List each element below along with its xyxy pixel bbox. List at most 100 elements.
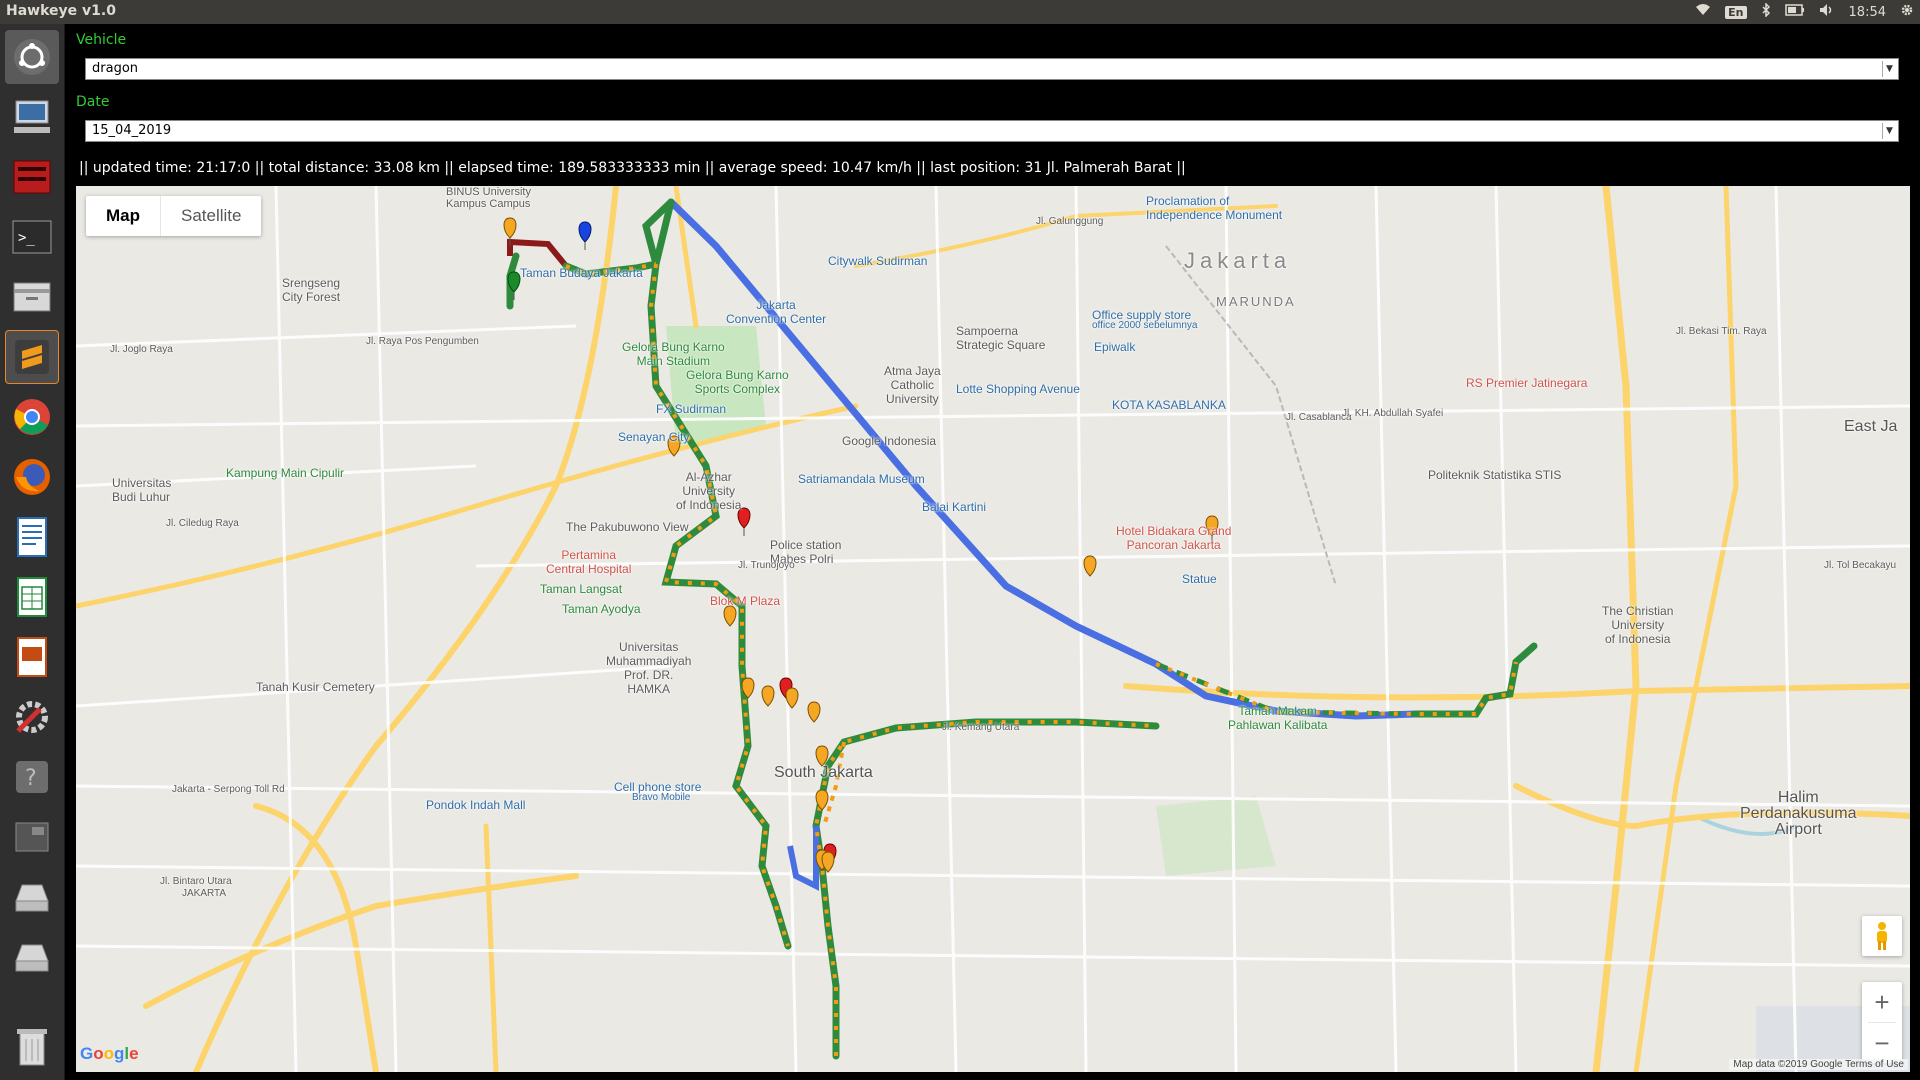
system-tray: En 18:54	[1695, 0, 1914, 24]
map-label-sampoerna: Sampoerna Strategic Square	[956, 324, 1046, 352]
date-select-value: 15_04_2019	[92, 123, 172, 138]
map-label-hotel-bidakara: Hotel Bidakara Grand Pancoran Jakarta	[1116, 524, 1232, 552]
map-label-al-azhar: Al-Azhar University of Indonesia	[676, 470, 742, 512]
status-line: || updated time: 21:17:0 || total distan…	[79, 160, 1186, 176]
firefox-icon[interactable]	[5, 450, 59, 504]
map-label-srengseng: Srengseng City Forest	[282, 276, 341, 304]
map-label-east-ja: East Ja	[1844, 418, 1898, 435]
svg-text:?: ?	[25, 766, 37, 791]
map-type-satellite-button[interactable]: Satellite	[160, 196, 261, 236]
drive-icon-2[interactable]	[5, 930, 59, 984]
map-label-kota-kasablanka: KOTA KASABLANKA	[1112, 398, 1226, 412]
map-label-jl-ciledug: Jl. Ciledug Raya	[166, 518, 239, 529]
map-label-senayan: Senayan City	[618, 430, 690, 444]
date-label: Date	[76, 94, 110, 110]
trash-icon[interactable]	[5, 1020, 59, 1074]
map-label-fx: FX Sudirman	[656, 402, 727, 416]
map-label-pakubuwono: The Pakubuwono View	[566, 520, 689, 534]
map-label-jl-bintaro: Jl. Bintaro Utara	[160, 876, 232, 887]
terminal-icon[interactable]: >_	[5, 210, 59, 264]
map-label-jakarta: Jakarta	[1184, 248, 1292, 273]
map-label-office-2000: office 2000 sebelumnya	[1092, 320, 1198, 331]
map-label-statue: Statue	[1182, 572, 1217, 586]
chevron-down-icon[interactable]: ▼	[1882, 123, 1896, 139]
map-credits[interactable]: Map data ©2019 Google Terms of Use	[1729, 1059, 1908, 1070]
google-logo-wordmark: Google	[80, 1044, 139, 1063]
map-label-jl-jorr: Jakarta - Serpong Toll Rd	[172, 784, 285, 795]
zoom-in-button[interactable]: +	[1862, 982, 1902, 1022]
zoom-control: + −	[1862, 982, 1902, 1063]
map-label-proclamation: Proclamation of Independence Monument	[1146, 194, 1283, 222]
wifi-icon[interactable]	[1695, 3, 1711, 21]
pegman-icon[interactable]	[1862, 916, 1902, 956]
calc-icon[interactable]	[5, 570, 59, 624]
map-label-jcc: Jakarta Convention Center	[726, 298, 827, 326]
map-label-jl-joglo: Jl. Joglo Raya	[110, 344, 173, 355]
map-type-map-button[interactable]: Map	[86, 196, 160, 236]
map-label-jakarta-small: JAKARTA	[182, 888, 227, 899]
date-select[interactable]: 15_04_2019 ▼	[85, 120, 1899, 142]
map-label-jl-kemang: Jl. Kemang Utara	[942, 722, 1020, 733]
map-label-taman-budaya: Taman Budaya Jakarta	[520, 266, 643, 280]
google-logo: Google	[80, 1043, 140, 1068]
chrome-icon[interactable]	[5, 390, 59, 444]
workspace-switcher-icon[interactable]	[5, 810, 59, 864]
map-label-jl-abdullah: Jl. KH. Abdullah Syafei	[1342, 408, 1444, 419]
map-label-christian: The Christian University of Indonesia	[1602, 604, 1674, 646]
map-label-jl-raya-pos: Jl. Raya Pos Pengumben	[366, 336, 479, 347]
chevron-down-icon[interactable]: ▼	[1882, 61, 1896, 77]
map-label-google-indonesia: Google Indonesia	[842, 434, 937, 448]
map-label-pertamina: Pertamina Central Hospital	[546, 548, 632, 576]
map-label-jl-galunggung: Jl. Galunggung	[1036, 216, 1104, 227]
map-label-budi-luhur: Universitas Budi Luhur	[112, 476, 172, 504]
map-label-atma: Atma Jaya Catholic University	[884, 364, 941, 406]
zoom-out-button[interactable]: −	[1862, 1023, 1902, 1063]
map-label-lotte: Lotte Shopping Avenue	[956, 382, 1080, 396]
map-label-balai-kartini: Balai Kartini	[922, 500, 987, 514]
computer-icon[interactable]	[5, 90, 59, 144]
launcher: >_ ?	[0, 24, 65, 1080]
map-label-taman-langsat: Taman Langsat	[540, 582, 623, 596]
map-label-tanah-kusir: Tanah Kusir Cemetery	[256, 680, 375, 694]
battery-icon[interactable]	[1784, 4, 1805, 20]
gear-icon[interactable]	[1900, 3, 1914, 21]
hawkeye-app-window: Vehicle dragon ▼ Date 15_04_2019 ▼ || up…	[65, 24, 1920, 1080]
writer-icon[interactable]	[5, 510, 59, 564]
media-app-icon[interactable]	[5, 150, 59, 204]
ubuntu-dash-icon[interactable]	[5, 30, 59, 84]
files-icon[interactable]	[5, 270, 59, 324]
vehicle-select-value: dragon	[92, 61, 139, 76]
map-label-pondok-indah: Pondok Indah Mall	[426, 798, 526, 812]
vehicle-select[interactable]: dragon ▼	[85, 58, 1899, 80]
map-label-halim: Halim Perdanakusuma Airport	[1740, 789, 1857, 838]
google-map[interactable]: Jakarta MARUNDA South Jakarta East Ja Ha…	[76, 186, 1910, 1072]
map-type-control: Map Satellite	[86, 196, 262, 236]
volume-icon[interactable]	[1819, 3, 1835, 21]
map-label-kampung-main: Kampung Main Cipulir	[226, 466, 345, 480]
map-label-uhamka: Universitas Muhammadiyah Prof. DR. HAMKA	[606, 640, 692, 696]
map-label-gbk-stadium: Gelora Bung Karno Main Stadium	[622, 340, 725, 368]
drive-icon[interactable]	[5, 870, 59, 924]
map-label-south-jakarta: South Jakarta	[774, 764, 873, 781]
impress-icon[interactable]	[5, 630, 59, 684]
svg-text:>_: >_	[18, 230, 35, 246]
map-label-jl-tol-becakayu: Jl. Tol Becakayu	[1824, 560, 1897, 571]
sublime-text-icon[interactable]	[5, 330, 59, 384]
map-label-rs-premier: RS Premier Jatinegara	[1466, 376, 1588, 390]
map-label-binus: BINUS University Kampus Campus	[446, 186, 531, 210]
map-label-kalibata: Taman Makam Pahlawan Kalibata	[1228, 704, 1328, 732]
vehicle-label: Vehicle	[76, 32, 127, 48]
map-label-blok-m: Blok M Plaza	[710, 594, 781, 608]
settings-icon[interactable]	[5, 690, 59, 744]
bluetooth-icon[interactable]	[1761, 2, 1771, 21]
map-label-epiwalk: Epiwalk	[1094, 340, 1136, 354]
svg-text:Google: Google	[80, 1044, 139, 1063]
map-label-marunda: MARUNDA	[1216, 294, 1296, 309]
map-label-taman-ayodya: Taman Ayodya	[562, 602, 641, 616]
keyboard-layout-indicator[interactable]: En	[1725, 5, 1747, 19]
clock[interactable]: 18:54	[1849, 5, 1886, 20]
help-icon[interactable]: ?	[5, 750, 59, 804]
map-label-bravo: Bravo Mobile	[632, 792, 691, 803]
map-label-jl-trunojoyo: Jl. Trunojoyo	[738, 560, 795, 571]
map-label-citywalk: Citywalk Sudirman	[828, 254, 928, 268]
